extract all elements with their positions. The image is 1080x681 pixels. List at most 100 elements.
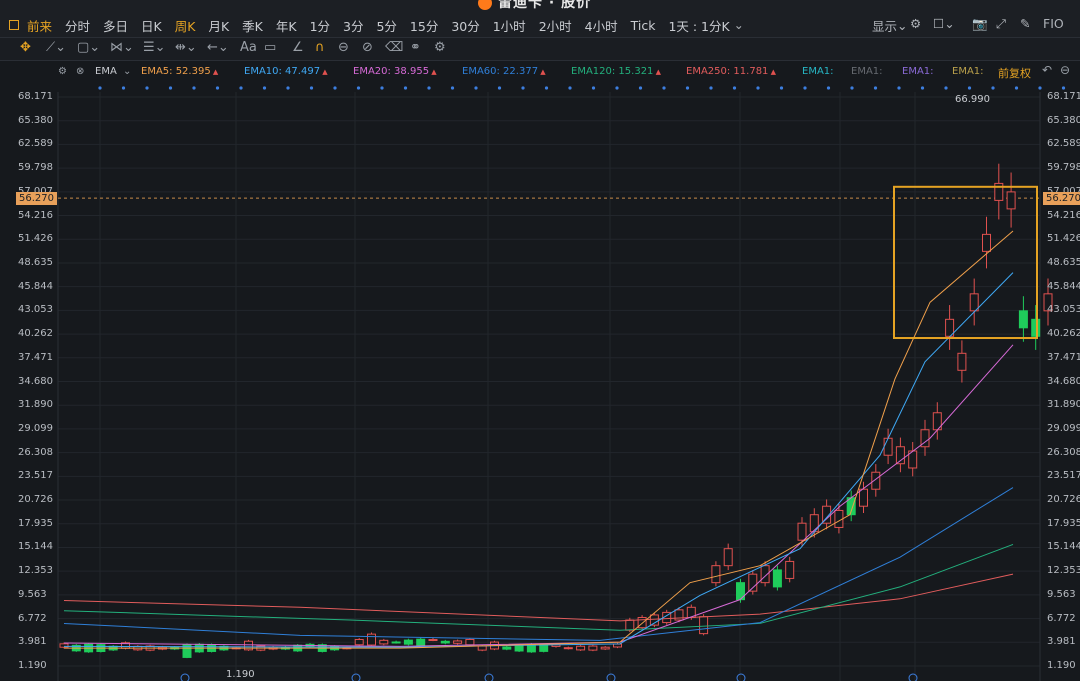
high-price-label: 66.990 [955,94,990,105]
candle-body [453,640,463,644]
price-tick-label: 26.308 [1047,446,1080,458]
price-tick-label: 45.844 [18,280,53,292]
price-tick-label: 45.844 [1047,280,1080,292]
marker-dot [356,86,361,90]
price-tick-label: 1.190 [18,660,47,671]
marker-dot [168,86,173,90]
price-tick-label: 51.426 [1047,233,1080,245]
candle-body [502,646,512,650]
marker-dot [427,86,431,90]
price-tick-label: 3.981 [18,636,47,648]
price-tick-label: 65.380 [1047,114,1080,126]
marker-dot [967,86,972,90]
price-tick-label: 9.563 [1047,588,1076,600]
marker-dot [121,86,126,90]
price-tick-label: 9.563 [18,588,47,600]
current-price-label-left: 56.270 [16,192,57,205]
candle-body [613,643,622,648]
marker-dot [920,86,925,90]
candle-body [711,565,721,584]
candle-body [379,639,389,645]
price-tick-label: 12.353 [1047,565,1080,577]
candle-body [957,352,967,371]
price-tick-label: 68.171 [1047,91,1080,102]
price-tick-label: 51.426 [18,233,53,245]
marker-dot [662,86,666,90]
marker-dot [803,86,807,90]
price-tick-label: 34.680 [18,375,53,387]
price-tick-label: 54.216 [1047,209,1080,221]
price-tick-label: 17.935 [1047,517,1080,529]
event-marker-icon [484,673,494,681]
marker-dot [1061,86,1066,90]
ema10-line [63,272,1014,648]
candle-body [539,644,549,652]
candle-body [1018,310,1028,329]
price-tick-label: 12.353 [18,565,53,577]
price-tick-label: 48.635 [1047,256,1080,268]
candle-body [477,645,487,651]
price-tick-label: 65.380 [18,114,53,126]
marker-dot [521,86,525,90]
marker-dot [474,86,478,90]
marker-dot [685,86,690,90]
marker-dot [873,86,878,90]
price-tick-label: 62.589 [1047,138,1080,150]
price-tick-label: 37.471 [18,351,53,363]
price-tick-label: 23.517 [1047,470,1080,482]
marker-dot [897,86,901,90]
candle-body [748,573,758,592]
marker-dot [850,86,854,90]
candle-body [785,560,795,579]
low-price-label: 1.190 [226,669,255,680]
candle-body [428,639,438,642]
ema250-line [63,573,1014,622]
price-tick-label: 40.262 [1047,328,1080,340]
marker-dot [262,86,267,90]
marker-dot [732,86,737,90]
candle-body [576,645,586,651]
price-tick-label: 68.171 [18,91,53,102]
price-tick-label: 62.589 [18,138,53,150]
candle-body [969,293,979,312]
price-tick-label: 37.471 [1047,351,1080,363]
price-tick-label: 23.517 [18,470,53,482]
price-tick-label: 59.798 [1047,162,1080,174]
marker-dot [779,86,784,90]
marker-dot [615,86,619,90]
candle-body [563,647,573,650]
marker-dot [239,86,243,90]
marker-dot [991,86,995,90]
candle-body [367,633,376,646]
price-tick-label: 26.308 [18,446,53,458]
ema5-line [64,230,1014,649]
price-tick-label: 48.635 [18,256,53,268]
candle-body [982,233,991,252]
candlestick-chart[interactable] [0,0,1080,681]
event-marker-icon [606,673,616,681]
price-tick-label: 34.680 [1047,375,1080,387]
marker-dot [145,86,149,90]
price-tick-label: 43.053 [18,304,53,316]
price-tick-label: 6.772 [1047,612,1076,624]
candle-body [600,646,610,650]
price-tick-label: 1.190 [1047,660,1076,671]
marker-dot [826,86,831,90]
marker-dot [544,86,549,90]
candle-body [649,614,659,626]
marker-dot [333,86,337,90]
candle-body [797,522,807,541]
marker-dot [286,86,290,90]
price-tick-label: 40.262 [18,328,53,340]
candle-body [699,616,709,635]
marker-dot [756,86,760,90]
candle-body [625,619,635,631]
marker-dot [944,86,948,90]
ema20-line [63,344,1014,647]
price-tick-label: 43.053 [1047,304,1080,316]
price-tick-label: 15.144 [1047,541,1080,553]
event-marker-icon [351,673,361,681]
marker-dot [98,86,102,90]
candle-body [354,638,364,646]
marker-dot [591,86,596,90]
